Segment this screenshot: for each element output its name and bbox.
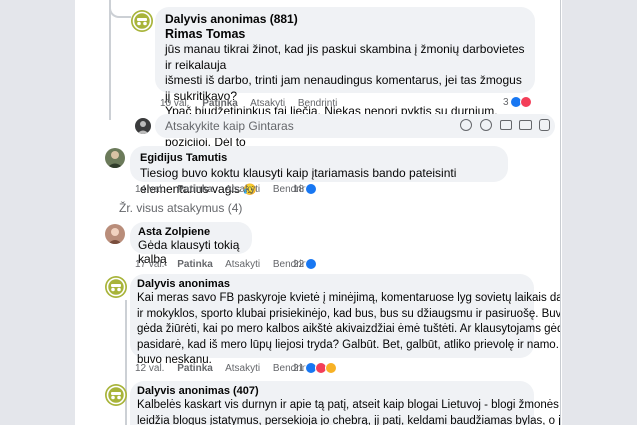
anonymous-avatar-icon (132, 11, 152, 31)
comment-time[interactable]: 17 val. (135, 259, 164, 270)
reply-button[interactable]: Atsakyti (250, 98, 285, 109)
avatar[interactable] (131, 10, 153, 32)
comment-text-line: gėda žiūrėti, kai po mero kalbos aikštė … (137, 323, 561, 335)
haha-reaction-icon (325, 362, 338, 374)
comment-bubble: Dalyvis anonimas Kai meras savo FB pasky… (130, 274, 561, 366)
avatar[interactable] (105, 148, 125, 168)
comment-text-line: pasidarė, kad iš mero lūpų liejosi tryda… (137, 338, 561, 351)
comment-bubble: Asta Zolpiene Gėda klausyti tokią kalbą (130, 222, 252, 266)
comment-author[interactable]: Dalyvis anonimas (881) (165, 12, 525, 27)
panel-scrollbar-edge[interactable] (560, 0, 561, 425)
comment-bubble: Dalyvis anonimas (407) Kalbelės kaskart … (130, 381, 561, 425)
like-button[interactable]: Patinka (177, 259, 213, 270)
reaction-number: 18 (293, 183, 305, 195)
like-button[interactable]: Patinka (202, 98, 238, 109)
share-button[interactable]: Bendrinti (298, 98, 337, 109)
comment-time[interactable]: 10 val. (160, 98, 189, 109)
comment-author[interactable]: Asta Zolpiene (138, 226, 244, 238)
comment-text-line: Kai meras savo FB paskyroje kvietė į min… (137, 292, 561, 304)
comment-actions: 10 val. Patinka Atsakyti Bendrinti (160, 98, 347, 109)
avatar[interactable] (105, 276, 127, 298)
view-all-replies-link[interactable]: Žr. visus atsakymus (4) (119, 201, 242, 215)
reaction-number: 3 (503, 96, 509, 108)
comment-bubble: Dalyvis anonimas (881) Rimas Tomas jūs m… (155, 7, 535, 149)
comment-bubble: Egidijus Tamutis Tiesiog buvo koktu klau… (130, 146, 508, 196)
reply-button[interactable]: Atsakyti (225, 259, 260, 270)
avatar[interactable] (105, 224, 125, 244)
avatar[interactable] (105, 384, 127, 406)
reply-button[interactable]: Atsakyti (225, 363, 260, 374)
reply-thread-connector (109, 0, 131, 18)
user-photo-icon (108, 228, 122, 244)
reply-button[interactable]: Atsakyti (225, 184, 260, 195)
page-backdrop-left (0, 0, 75, 425)
camera-icon[interactable] (500, 120, 512, 130)
reaction-number: 21 (293, 362, 305, 374)
emoji-icon[interactable] (480, 119, 492, 131)
comment-text-line: ir mokyklos, sporto klubai prisiekinėjo,… (137, 307, 561, 320)
like-button[interactable]: Patinka (177, 363, 213, 374)
like-reaction-icon (305, 183, 318, 195)
user-photo-icon (137, 121, 149, 134)
reply-mention[interactable]: Rimas Tomas (165, 27, 525, 42)
comments-panel: Dalyvis anonimas (881) Rimas Tomas jūs m… (75, 0, 561, 425)
like-button[interactable]: Patinka (177, 184, 213, 195)
reaction-count[interactable]: 3 (503, 96, 532, 108)
comment-text-line: Kalbelės kaskart vis durnyn ir apie tą p… (137, 399, 559, 411)
current-user-avatar[interactable] (135, 118, 151, 134)
reply-input-placeholder: Atsakykite kaip Gintaras (165, 119, 294, 133)
reaction-count[interactable]: 22 (293, 258, 318, 270)
comment-author[interactable]: Dalyvis anonimas (137, 278, 527, 291)
user-photo-icon (107, 151, 123, 168)
reaction-count[interactable]: 21 (293, 362, 338, 374)
page-backdrop-right (562, 0, 637, 425)
angry-reaction-icon (519, 96, 532, 108)
reply-thread-line (109, 0, 111, 120)
comment-text-line: leidžia blogus įstatymus, persekioja jo … (137, 414, 561, 425)
gif-icon[interactable] (519, 120, 532, 130)
like-reaction-icon (305, 258, 318, 270)
reply-input[interactable]: Atsakykite kaip Gintaras (155, 114, 555, 138)
anonymous-avatar-icon (106, 277, 126, 297)
avatar-sticker-icon[interactable] (460, 119, 472, 131)
comment-author[interactable]: Dalyvis anonimas (407) (137, 385, 527, 398)
reaction-number: 22 (293, 258, 305, 270)
comment-time[interactable]: 14 val. (135, 184, 164, 195)
comment-time[interactable]: 12 val. (135, 363, 164, 374)
comment-text-line: jūs manau tikrai žinot, kad jis paskui s… (165, 42, 525, 72)
comment-author[interactable]: Egidijus Tamutis (140, 151, 498, 166)
anonymous-avatar-icon (106, 385, 126, 405)
comment-thread-line (125, 300, 127, 425)
reaction-count[interactable]: 18 (293, 183, 318, 195)
sticker-icon[interactable] (539, 119, 550, 131)
